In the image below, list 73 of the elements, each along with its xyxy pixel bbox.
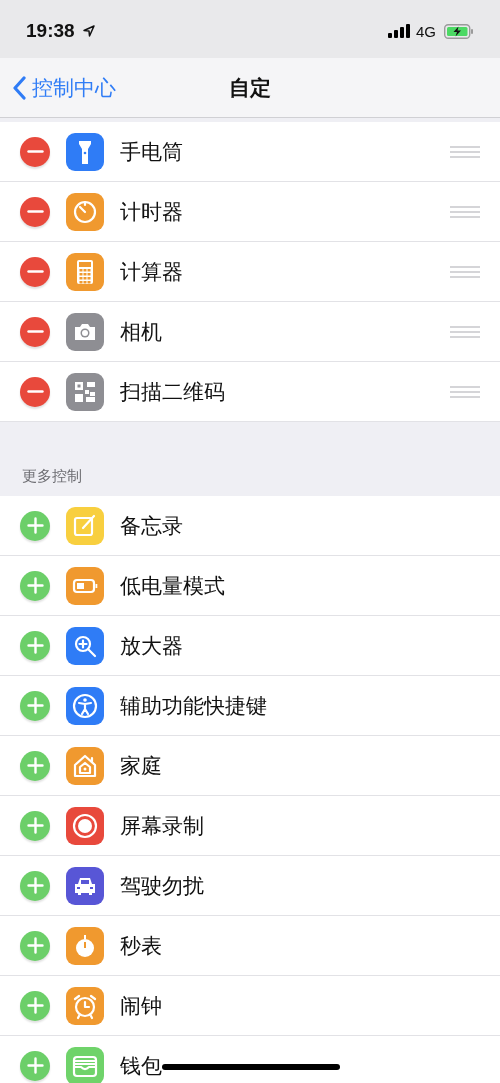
control-label: 备忘录 xyxy=(120,512,183,540)
control-label: 计算器 xyxy=(120,258,183,286)
plus-icon xyxy=(26,1057,44,1074)
plus-icon xyxy=(26,817,44,834)
accessibility-icon xyxy=(66,686,104,725)
add-button[interactable] xyxy=(20,570,50,601)
add-button[interactable] xyxy=(20,690,50,721)
timer-icon xyxy=(66,192,104,231)
control-label: 低电量模式 xyxy=(120,572,225,600)
calculator-icon xyxy=(66,252,104,291)
minus-icon xyxy=(26,330,44,333)
control-label: 家庭 xyxy=(120,752,162,780)
status-time: 19:38 xyxy=(26,20,75,42)
plus-icon xyxy=(26,637,44,654)
add-button[interactable] xyxy=(20,1050,50,1081)
back-chevron-icon xyxy=(12,75,26,100)
add-button[interactable] xyxy=(20,510,50,541)
back-button[interactable]: 控制中心 xyxy=(0,67,120,108)
control-label: 驾驶勿扰 xyxy=(120,872,204,900)
add-button[interactable] xyxy=(20,930,50,961)
control-label: 辅助功能快捷键 xyxy=(120,692,267,720)
camera-icon xyxy=(66,312,104,351)
minus-icon xyxy=(26,150,44,153)
remove-button[interactable] xyxy=(20,136,50,167)
control-label: 闹钟 xyxy=(120,992,162,1020)
flashlight-icon xyxy=(66,132,104,171)
location-arrow-icon xyxy=(82,25,95,37)
remove-button[interactable] xyxy=(20,256,50,287)
stopwatch-icon xyxy=(66,926,104,965)
plus-icon xyxy=(26,697,44,714)
record-icon xyxy=(66,806,104,845)
reorder-handle-icon[interactable] xyxy=(450,325,480,338)
network-label: 4G xyxy=(416,22,436,40)
minus-icon xyxy=(26,210,44,213)
minus-icon xyxy=(26,270,44,273)
control-label: 扫描二维码 xyxy=(120,378,225,406)
remove-button[interactable] xyxy=(20,316,50,347)
alarm-clock-icon xyxy=(66,986,104,1025)
control-label: 手电筒 xyxy=(120,138,183,166)
reorder-handle-icon[interactable] xyxy=(450,205,480,218)
car-icon xyxy=(66,866,104,905)
control-label: 秒表 xyxy=(120,932,162,960)
note-pencil-icon xyxy=(66,506,104,545)
add-button[interactable] xyxy=(20,630,50,661)
remove-button[interactable] xyxy=(20,376,50,407)
plus-icon xyxy=(26,937,44,954)
control-label: 计时器 xyxy=(120,198,183,226)
reorder-handle-icon[interactable] xyxy=(450,145,480,158)
page-title: 自定 xyxy=(229,74,271,102)
house-icon xyxy=(66,746,104,785)
control-label: 放大器 xyxy=(120,632,183,660)
control-label: 屏幕录制 xyxy=(120,812,204,840)
magnifier-icon xyxy=(66,626,104,665)
qr-code-icon xyxy=(66,372,104,411)
signal-icon xyxy=(388,24,410,38)
plus-icon xyxy=(26,577,44,594)
reorder-handle-icon[interactable] xyxy=(450,265,480,278)
battery-icon xyxy=(66,566,104,605)
plus-icon xyxy=(26,517,44,534)
plus-icon xyxy=(26,757,44,774)
remove-button[interactable] xyxy=(20,196,50,227)
add-button[interactable] xyxy=(20,990,50,1021)
plus-icon xyxy=(26,877,44,894)
section-header: 更多控制 xyxy=(22,467,82,486)
add-button[interactable] xyxy=(20,870,50,901)
control-label: 钱包 xyxy=(120,1052,162,1080)
battery-charging-icon xyxy=(444,23,474,39)
plus-icon xyxy=(26,997,44,1014)
add-button[interactable] xyxy=(20,750,50,781)
control-label: 相机 xyxy=(120,318,162,346)
minus-icon xyxy=(26,390,44,393)
reorder-handle-icon[interactable] xyxy=(450,385,480,398)
add-button[interactable] xyxy=(20,810,50,841)
